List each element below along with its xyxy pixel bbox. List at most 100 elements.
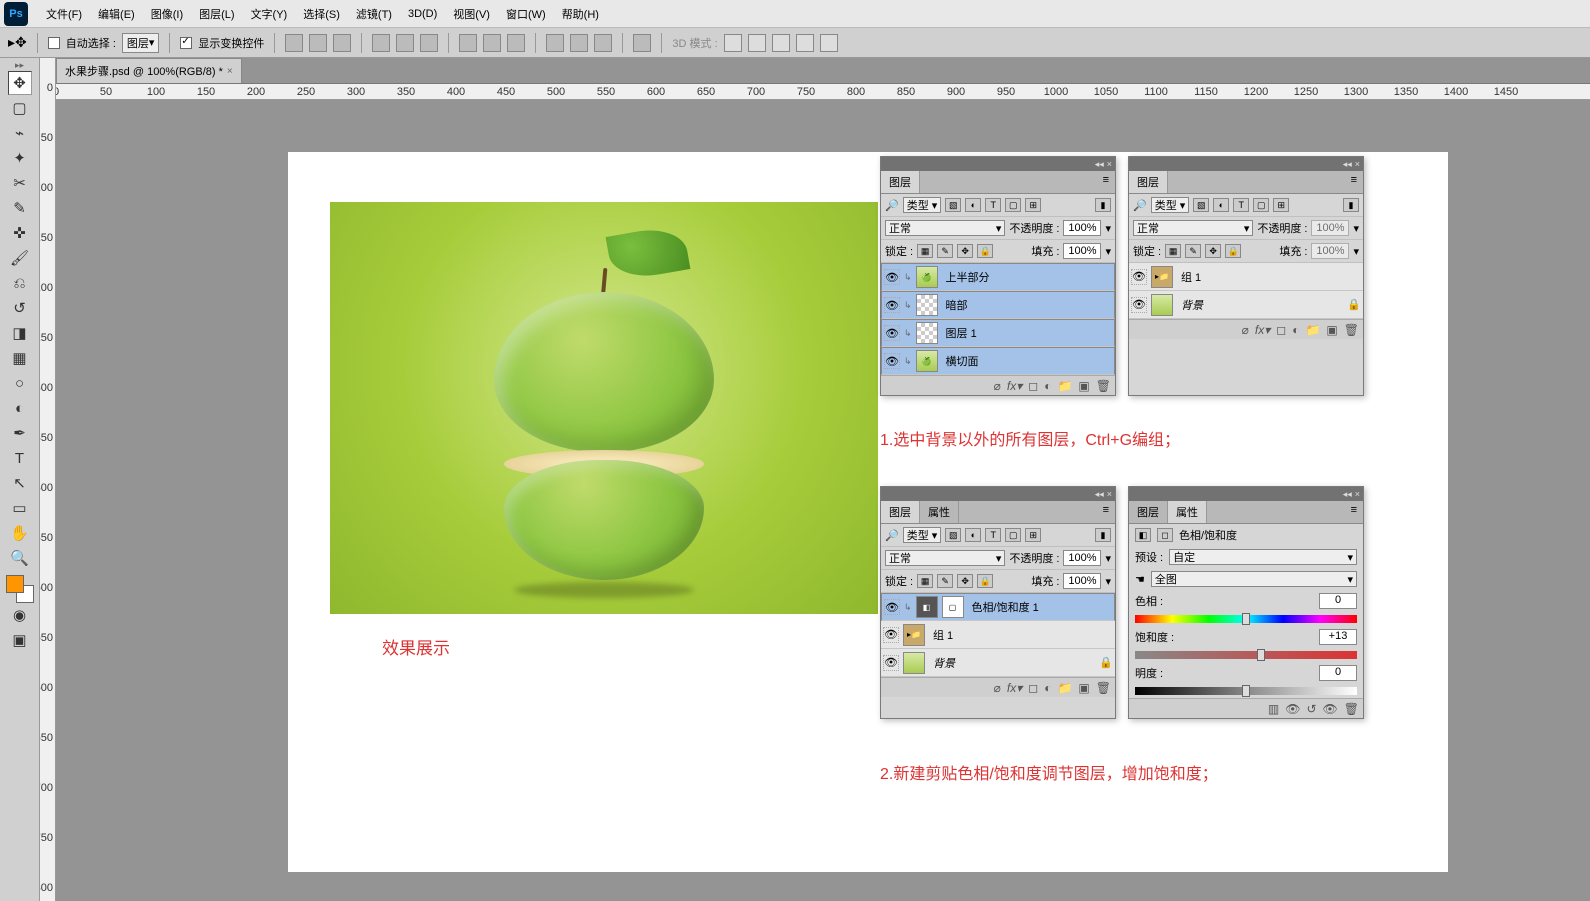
auto-align-icon[interactable]	[633, 34, 651, 52]
menu-help[interactable]: 帮助(H)	[554, 2, 607, 26]
close-panel-icon[interactable]: ×	[1107, 159, 1112, 169]
opacity-input[interactable]: 100%	[1063, 550, 1101, 566]
new-layer-icon[interactable]: ▣	[1326, 323, 1337, 337]
clip-icon[interactable]: ▥	[1268, 702, 1279, 716]
3d-pan-icon[interactable]	[772, 34, 790, 52]
marquee-tool[interactable]: ▢	[8, 96, 32, 120]
view-prev-icon[interactable]: 👁	[1285, 702, 1300, 716]
props-tab[interactable]: 属性	[920, 501, 959, 523]
visibility-icon[interactable]: 👁	[883, 655, 899, 671]
filter-toggle[interactable]: ▮	[1095, 198, 1111, 212]
panel-menu-icon[interactable]: ≡	[1345, 171, 1363, 193]
3d-zoom-icon[interactable]	[820, 34, 838, 52]
menu-edit[interactable]: 编辑(E)	[90, 2, 143, 26]
layer-name[interactable]: 上半部分	[942, 269, 1112, 285]
layer-row[interactable]: 👁 ↳ 图层 1	[881, 319, 1115, 347]
document-tab[interactable]: 水果步骤.psd @ 100%(RGB/8) * ×	[56, 58, 242, 83]
close-panel-icon[interactable]: ×	[1355, 489, 1360, 499]
path-tool[interactable]: ↖	[8, 471, 32, 495]
filter-type-dropdown[interactable]: 类型 ▾	[1151, 197, 1190, 213]
filter-type-icon[interactable]: T	[985, 528, 1001, 542]
layers-tab[interactable]: 图层	[1129, 171, 1168, 193]
show-transform-checkbox[interactable]	[180, 37, 192, 49]
fill-input[interactable]: 100%	[1063, 243, 1101, 259]
link-icon[interactable]: ⌀	[994, 379, 1001, 393]
filter-pixel-icon[interactable]: ▧	[945, 198, 961, 212]
history-brush-tool[interactable]: ↺	[8, 296, 32, 320]
hand-tool[interactable]: ✋	[8, 521, 32, 545]
group-icon[interactable]: 📁	[1305, 323, 1320, 337]
layer-row[interactable]: 👁 ↳ 🍏 上半部分	[881, 263, 1115, 291]
wand-tool[interactable]: ✦	[8, 146, 32, 170]
lock-paint-icon[interactable]: ✎	[937, 244, 953, 258]
opacity-input[interactable]: 100%	[1311, 220, 1349, 236]
blend-mode-dropdown[interactable]: 正常 ▾	[1133, 220, 1253, 236]
distribute-v3-icon[interactable]	[594, 34, 612, 52]
hue-slider[interactable]	[1135, 615, 1357, 623]
adjustment-icon[interactable]: ◐	[1044, 681, 1051, 695]
hand-icon[interactable]: ☚	[1135, 573, 1145, 586]
menu-layer[interactable]: 图层(L)	[191, 2, 242, 26]
opacity-input[interactable]: 100%	[1063, 220, 1101, 236]
menu-view[interactable]: 视图(V)	[445, 2, 498, 26]
adjustment-icon[interactable]: ◐	[1292, 323, 1299, 337]
fx-icon[interactable]: fx▾	[1007, 681, 1022, 695]
type-tool[interactable]: T	[8, 446, 32, 470]
lock-paint-icon[interactable]: ✎	[937, 574, 953, 588]
layer-row[interactable]: 👁 ↳ 🍏 横切面	[881, 347, 1115, 375]
layer-name[interactable]: 组 1	[929, 627, 1113, 643]
new-layer-icon[interactable]: ▣	[1078, 379, 1089, 393]
blend-mode-dropdown[interactable]: 正常 ▾	[885, 220, 1005, 236]
search-icon[interactable]: 🔎	[885, 199, 899, 212]
distribute-v1-icon[interactable]	[546, 34, 564, 52]
layer-name[interactable]: 背景	[1177, 297, 1343, 313]
filter-shape-icon[interactable]: ▢	[1005, 528, 1021, 542]
visibility-icon[interactable]: 👁	[1131, 297, 1147, 313]
visibility-icon[interactable]: 👁	[884, 353, 900, 369]
layer-row[interactable]: 👁 ↳ 暗部	[881, 291, 1115, 319]
lock-trans-icon[interactable]: ▦	[1165, 244, 1181, 258]
delete-icon[interactable]: 🗑	[1344, 702, 1359, 716]
layers-tab[interactable]: 图层	[1129, 501, 1168, 523]
filter-adj-icon[interactable]: ◐	[1213, 198, 1229, 212]
align-bottom-icon[interactable]	[420, 34, 438, 52]
lig-input[interactable]: 0	[1319, 665, 1357, 681]
sat-input[interactable]: +13	[1319, 629, 1357, 645]
filter-adj-icon[interactable]: ◐	[965, 198, 981, 212]
layer-name[interactable]: 背景	[929, 655, 1095, 671]
menu-file[interactable]: 文件(F)	[38, 2, 90, 26]
adjustment-icon[interactable]: ◐	[1044, 379, 1051, 393]
layers-tab[interactable]: 图层	[881, 171, 920, 193]
distribute-h2-icon[interactable]	[483, 34, 501, 52]
move-tool[interactable]: ✥	[8, 71, 32, 95]
props-tab[interactable]: 属性	[1168, 501, 1207, 523]
filter-toggle[interactable]: ▮	[1343, 198, 1359, 212]
menu-image[interactable]: 图像(I)	[143, 2, 191, 26]
layer-row[interactable]: 👁 ▸📁 组 1	[881, 621, 1115, 649]
screenmode-tool[interactable]: ▣	[8, 628, 32, 652]
panel-menu-icon[interactable]: ≡	[1097, 501, 1115, 523]
align-right-icon[interactable]	[333, 34, 351, 52]
visibility-icon[interactable]: 👁	[883, 627, 899, 643]
lasso-tool[interactable]: ⌁	[8, 121, 32, 145]
quickmask-tool[interactable]: ◉	[8, 603, 32, 627]
distribute-h3-icon[interactable]	[507, 34, 525, 52]
menu-3d[interactable]: 3D(D)	[400, 4, 445, 24]
visibility-icon[interactable]: 👁	[884, 599, 900, 615]
filter-smart-icon[interactable]: ⊞	[1025, 528, 1041, 542]
lock-pos-icon[interactable]: ✥	[957, 244, 973, 258]
align-left-icon[interactable]	[285, 34, 303, 52]
filter-pixel-icon[interactable]: ▧	[945, 528, 961, 542]
lock-all-icon[interactable]: 🔒	[1225, 244, 1241, 258]
lock-pos-icon[interactable]: ✥	[957, 574, 973, 588]
mask-icon[interactable]: ◻	[1028, 379, 1038, 393]
collapse-icon[interactable]: ◂◂	[1095, 159, 1104, 170]
menu-window[interactable]: 窗口(W)	[498, 2, 554, 26]
filter-type-dropdown[interactable]: 类型 ▾	[903, 197, 942, 213]
close-panel-icon[interactable]: ×	[1107, 489, 1112, 499]
link-icon[interactable]: ⌀	[994, 681, 1001, 695]
filter-pixel-icon[interactable]: ▧	[1193, 198, 1209, 212]
filter-type-icon[interactable]: T	[1233, 198, 1249, 212]
gradient-tool[interactable]: ▦	[8, 346, 32, 370]
3d-slide-icon[interactable]	[796, 34, 814, 52]
